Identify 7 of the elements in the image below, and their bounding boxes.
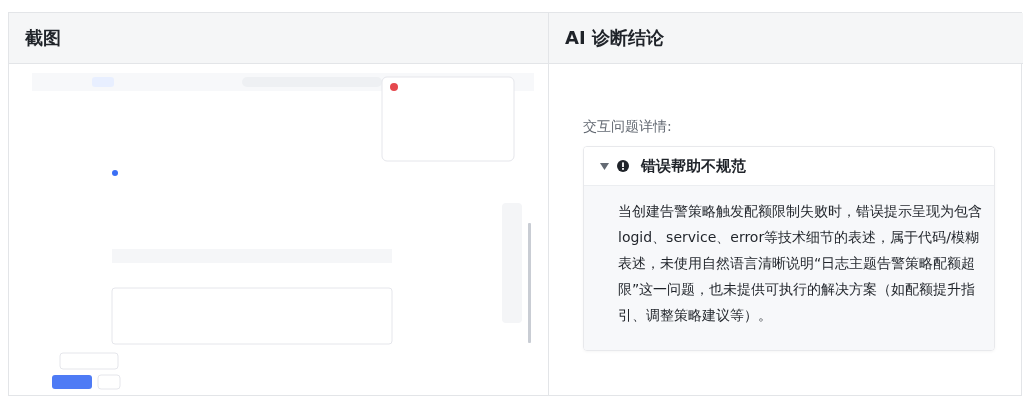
column-header: 截图	[9, 13, 549, 64]
exclamation-icon	[617, 160, 629, 172]
issue-header[interactable]: 错误帮助不规范	[584, 147, 994, 185]
column-header: AI 诊断结论	[549, 13, 1023, 64]
issue-description: 当创建告警策略触发配额限制失败时，错误提示呈现为包含logid、service、error等技术细节的表述，属于代码/模糊表述，未使用自然语言清晰说明“日志主题告警策略配额超限”这一问题，也未提供可执行的解决方案（如配额提升指引、调整策略建议等）。	[584, 185, 994, 350]
section-label: 交互问题详情:	[583, 118, 673, 136]
caret-icon	[600, 162, 609, 170]
